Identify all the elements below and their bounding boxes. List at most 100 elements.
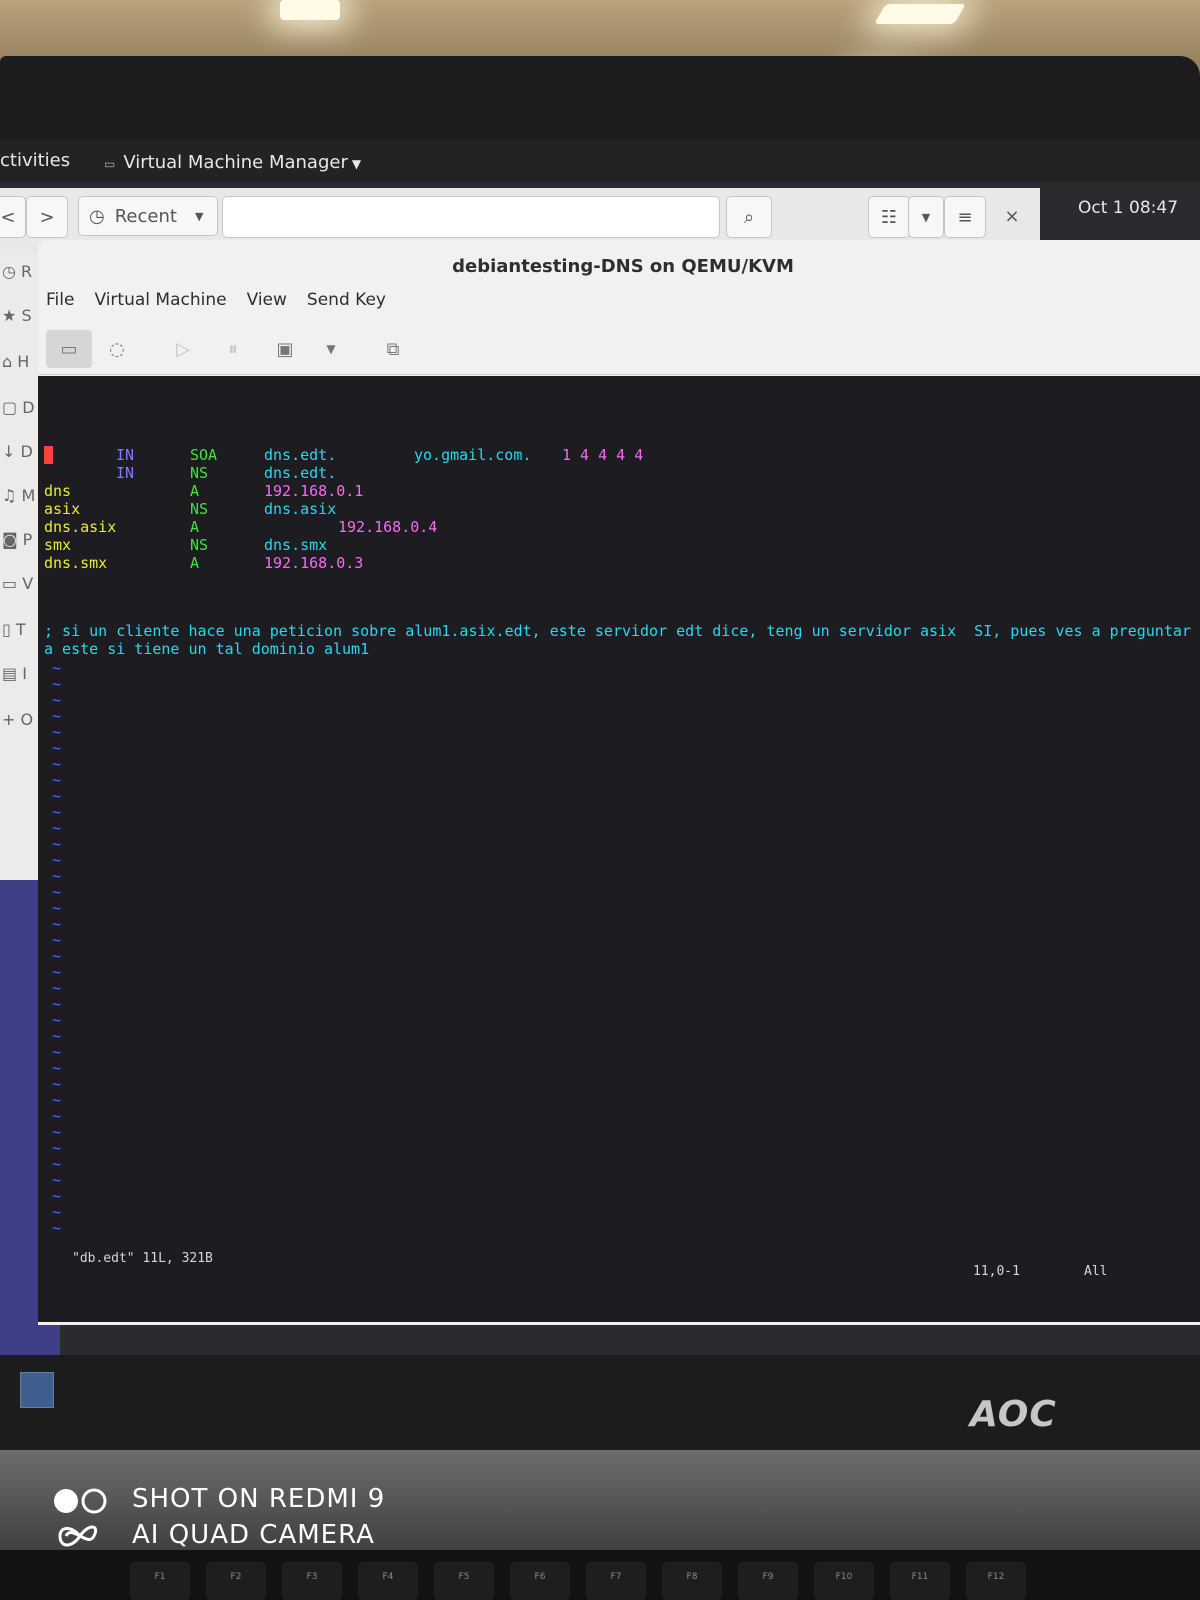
record-name: dns.smx — [44, 554, 108, 572]
vm-manager-icon: ▭ — [104, 157, 116, 171]
search-icon: ⌕ — [743, 206, 755, 228]
record-type: A — [190, 518, 200, 536]
record-type: NS — [190, 500, 209, 518]
sidebar-item-label: M — [21, 486, 36, 505]
vm-console[interactable]: @ IN SOA dns.edt. yo.gmail.com. 1 4 4 4 4 IN NS… — [38, 376, 1200, 1322]
view-list-button[interactable]: ☷ — [868, 196, 910, 238]
zone-comment: ; si un cliente hace una peticion sobre … — [44, 622, 1191, 658]
record-email: yo.gmail.com. — [414, 446, 532, 464]
record-class: IN — [116, 464, 135, 482]
record-data: 192.168.0.4 — [338, 518, 438, 536]
search-button[interactable]: ⌕ — [726, 196, 772, 238]
sidebar-item-music[interactable]: ♫ M — [2, 486, 36, 505]
record-type: SOA — [190, 446, 218, 464]
sidebar-item-starred[interactable]: ★ S — [2, 306, 36, 325]
caret-down-icon: ▼ — [194, 209, 204, 223]
monitor-icon: ▭ — [60, 338, 78, 360]
windows-logo — [20, 1372, 54, 1408]
sidebar-item-install[interactable]: ▤ I — [2, 664, 36, 683]
sidebar-item-label: H — [17, 352, 30, 371]
menu-send-key[interactable]: Send Key — [307, 290, 386, 320]
shutdown-button[interactable]: ▣ — [270, 330, 300, 368]
menu-view[interactable]: View — [247, 290, 287, 320]
monitor-brand-logo: AOC — [970, 1394, 1057, 1435]
hamburger-icon: ≡ — [957, 206, 973, 228]
sidebar-item-downloads[interactable]: ↓ D — [2, 442, 36, 461]
caret-down-icon: ▼ — [921, 210, 931, 224]
shutdown-menu-button[interactable]: ▼ — [316, 330, 346, 368]
toolbar: ▭ ◌ ▷ ⏸ ▣ ▼ ⧉ — [38, 324, 1200, 375]
sidebar-item-trash[interactable]: ▯ T — [2, 620, 36, 639]
sidebar-item-home[interactable]: ⌂ H — [2, 352, 36, 371]
keyboard-key: F6 — [510, 1562, 570, 1600]
vim-empty-lines: ~ ~ ~ ~ ~ ~ ~ ~ ~ ~ ~ ~ ~ ~ ~ ~ ~ ~ ~ ~ … — [52, 659, 62, 1237]
clock[interactable]: Oct 1 08:47 — [1078, 198, 1178, 218]
sidebar-item-other-locations[interactable]: + O — [2, 710, 36, 729]
sidebar-item-label: S — [21, 306, 32, 325]
view-options-button[interactable]: ▼ — [908, 196, 944, 238]
record-name: dns.asix — [44, 518, 117, 536]
record-data: 192.168.0.3 — [264, 554, 364, 572]
sidebar-item-videos[interactable]: ▭ V — [2, 574, 36, 593]
record-type: NS — [190, 464, 209, 482]
list-view-icon: ☷ — [880, 206, 898, 228]
activities-button[interactable]: ctivities — [0, 150, 70, 171]
show-console-button[interactable]: ▭ — [46, 330, 92, 368]
vim-view-percent: All — [1084, 1264, 1108, 1279]
menu-button[interactable]: ≡ — [944, 196, 986, 238]
record-name: dns — [44, 482, 72, 500]
comment-line: ; si un cliente hace una peticion sobre … — [44, 622, 1191, 640]
sidebar-item-pictures[interactable]: ◙ P — [2, 530, 36, 549]
close-icon: × — [1004, 205, 1020, 227]
gnome-top-bar: ctivities ▭ Virtual Machine Manager ▼ — [0, 140, 1200, 182]
record-name: @ — [44, 446, 54, 464]
lightbulb-icon: ◌ — [109, 338, 125, 360]
menu-file[interactable]: File — [46, 290, 74, 320]
sidebar-item-documents[interactable]: ▢ D — [2, 398, 36, 417]
vm-console-window: debiantesting-DNS on QEMU/KVM File Virtu… — [38, 240, 1200, 1325]
keyboard-key: F10 — [814, 1562, 874, 1600]
caret-down-icon: ▼ — [351, 157, 362, 171]
app-menu-label: Virtual Machine Manager — [123, 152, 348, 173]
record-data: dns.edt. — [264, 464, 337, 482]
ceiling-lamp — [280, 0, 340, 20]
app-menu[interactable]: ▭ Virtual Machine Manager ▼ — [104, 152, 361, 173]
caret-down-icon: ▼ — [326, 342, 336, 356]
play-icon: ▷ — [176, 338, 190, 360]
keyboard-key: F2 — [206, 1562, 266, 1600]
chevron-left-icon: < — [0, 206, 16, 228]
fullscreen-button[interactable]: ⧉ — [376, 330, 410, 368]
record-type: A — [190, 482, 200, 500]
record-class: IN — [116, 446, 135, 464]
sidebar-item-recent[interactable]: ◷ R — [2, 262, 36, 281]
record-data: dns.edt. — [264, 446, 337, 464]
show-details-button[interactable]: ◌ — [100, 330, 134, 368]
keyboard-key: F5 — [434, 1562, 494, 1600]
pause-icon: ⏸ — [228, 338, 238, 360]
keyboard-key: F7 — [586, 1562, 646, 1600]
location-bar[interactable] — [222, 196, 720, 238]
recent-button[interactable]: ◷ Recent ▼ — [78, 196, 218, 236]
sidebar-item-label: R — [21, 262, 33, 281]
record-data: dns.asix — [264, 500, 337, 518]
keyboard-key: F1 — [130, 1562, 190, 1600]
menu-virtual-machine[interactable]: Virtual Machine — [94, 290, 226, 320]
sidebar-item-label: I — [22, 664, 27, 683]
record-data: 192.168.0.1 — [264, 482, 364, 500]
forward-button[interactable]: > — [26, 196, 68, 238]
fullscreen-icon: ⧉ — [386, 338, 400, 360]
sidebar-item-label: P — [22, 530, 33, 549]
close-button[interactable]: × — [994, 196, 1030, 236]
run-button[interactable]: ▷ — [168, 330, 198, 368]
ceiling-lamp — [874, 4, 966, 24]
pause-button[interactable]: ⏸ — [218, 330, 248, 368]
watermark-line: AI QUAD CAMERA — [132, 1520, 375, 1550]
keyboard-key: F8 — [662, 1562, 722, 1600]
back-button[interactable]: < — [0, 196, 26, 238]
sidebar-item-label: V — [22, 574, 34, 593]
recent-label: Recent — [114, 205, 177, 227]
sidebar-item-label: O — [20, 710, 34, 729]
camera-watermark-logo — [54, 1488, 107, 1547]
keyboard-key: F12 — [966, 1562, 1026, 1600]
monitor-screen: ctivities ▭ Virtual Machine Manager ▼ Oct … — [0, 140, 1200, 1355]
